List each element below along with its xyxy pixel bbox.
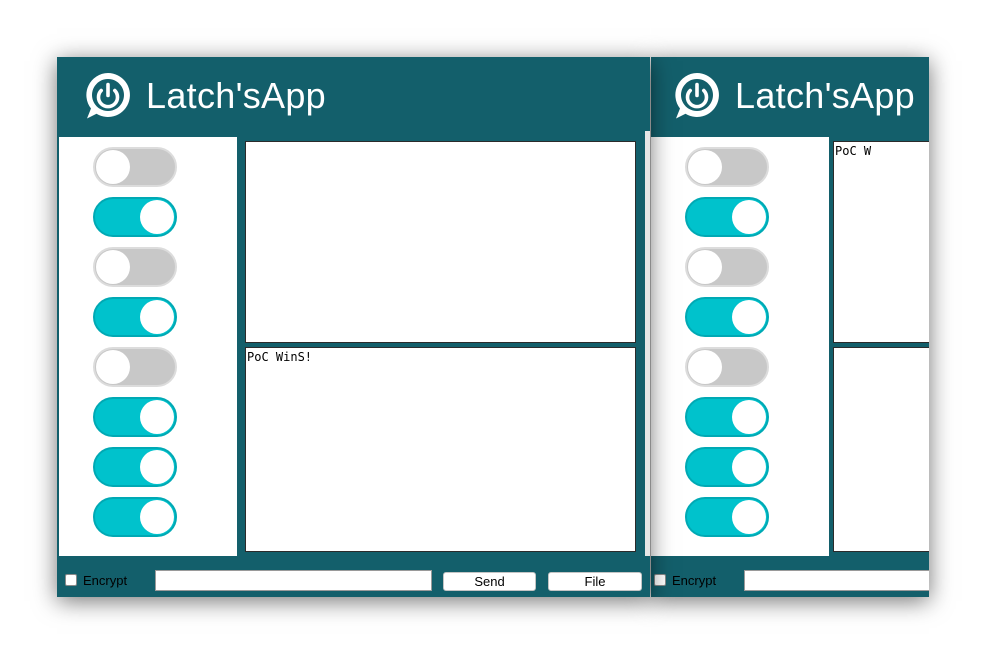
- app-window-2: Latch'sApp PoC W Encrypt: [651, 57, 929, 597]
- file-button[interactable]: File: [548, 572, 642, 591]
- latch-toggle-8[interactable]: [93, 497, 177, 537]
- app-title: Latch'sApp: [146, 75, 326, 116]
- bottom-bar: Encrypt Send File: [57, 557, 650, 597]
- encrypt-label: Encrypt: [672, 573, 717, 588]
- power-chat-bubble-icon: [86, 73, 130, 119]
- latch-toggle-2[interactable]: [685, 197, 769, 237]
- toggle-knob: [732, 400, 766, 434]
- bottom-bar: Encrypt: [651, 557, 929, 597]
- received-messages-area[interactable]: [245, 141, 636, 343]
- toggle-panel: [651, 137, 829, 556]
- vertical-scrollbar[interactable]: [645, 131, 650, 556]
- message-input[interactable]: [744, 570, 929, 591]
- toggle-knob: [140, 450, 174, 484]
- send-button[interactable]: Send: [443, 572, 536, 591]
- toggle-knob: [732, 300, 766, 334]
- toggle-knob: [140, 200, 174, 234]
- latch-toggle-6[interactable]: [93, 397, 177, 437]
- message-log-area[interactable]: [833, 347, 929, 552]
- message-log-area[interactable]: PoC WinS!: [245, 347, 636, 552]
- latch-toggle-5[interactable]: [93, 347, 177, 387]
- power-chat-bubble-icon: [675, 73, 719, 119]
- app-header: Latch'sApp: [651, 57, 929, 137]
- latch-toggle-8[interactable]: [685, 497, 769, 537]
- app-window-1: Latch'sApp PoC WinS! Encrypt Send File: [57, 57, 650, 597]
- toggle-knob: [140, 500, 174, 534]
- latch-toggle-1[interactable]: [93, 147, 177, 187]
- app-header: Latch'sApp: [57, 57, 650, 137]
- toggle-knob: [688, 350, 722, 384]
- latch-toggle-6[interactable]: [685, 397, 769, 437]
- latch-toggle-4[interactable]: [93, 297, 177, 337]
- toggle-knob: [140, 300, 174, 334]
- latch-toggle-3[interactable]: [685, 247, 769, 287]
- toggle-knob: [96, 250, 130, 284]
- latch-toggle-1[interactable]: [685, 147, 769, 187]
- toggle-knob: [688, 150, 722, 184]
- toggle-knob: [140, 400, 174, 434]
- toggle-panel: [59, 137, 237, 556]
- encrypt-checkbox[interactable]: [65, 574, 77, 586]
- toggle-knob: [732, 200, 766, 234]
- message-input[interactable]: [155, 570, 432, 591]
- latch-toggle-3[interactable]: [93, 247, 177, 287]
- latch-toggle-7[interactable]: [93, 447, 177, 487]
- latch-toggle-2[interactable]: [93, 197, 177, 237]
- toggle-knob: [688, 250, 722, 284]
- latch-toggle-5[interactable]: [685, 347, 769, 387]
- latch-toggle-4[interactable]: [685, 297, 769, 337]
- encrypt-checkbox[interactable]: [654, 574, 666, 586]
- toggle-knob: [96, 350, 130, 384]
- toggle-knob: [96, 150, 130, 184]
- latch-toggle-7[interactable]: [685, 447, 769, 487]
- toggle-knob: [732, 450, 766, 484]
- encrypt-label: Encrypt: [83, 573, 128, 588]
- toggle-knob: [732, 500, 766, 534]
- received-messages-area[interactable]: PoC W: [833, 141, 929, 343]
- app-title: Latch'sApp: [735, 75, 915, 116]
